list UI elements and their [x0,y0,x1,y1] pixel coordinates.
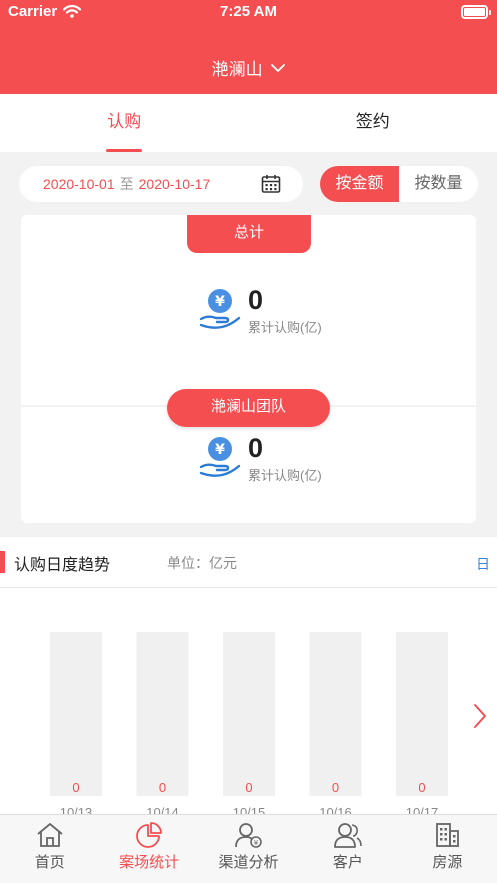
team-value: 0 [248,433,264,463]
team-label: 累计认购(亿) [248,468,322,483]
nav-listings[interactable]: 房源 [398,815,497,883]
calendar-icon[interactable] [261,174,281,194]
trend-section: 认购日度趋势 单位：亿元 日 0 10/13 0 10/14 0 10/15 0 10/16 0… [0,537,497,814]
nav-channel-analysis-label: 渠道分析 [218,854,279,871]
team-stat: ¥ 0 累计认购(亿) [198,433,322,484]
project-selector[interactable]: 滟澜山 [0,55,497,80]
project-name: 滟澜山 [211,60,263,79]
nav-site-stats-label: 案场统计 [119,854,180,871]
team-tag: 滟澜山团队 [167,389,330,427]
nav-listings-label: 房源 [432,854,463,871]
bar-track [50,632,102,796]
coin-hand-icon: ¥ [199,289,241,329]
status-time: 7:25 AM [220,3,277,20]
coin-hand-icon: ¥ [199,437,241,477]
x-tick-label: 10/17 [406,805,439,814]
bar-value-label: 0 [332,780,339,795]
bar-value-label: 0 [418,780,425,795]
date-separator: 至 [119,176,134,192]
total-stat: ¥ 0 累计认购(亿) [198,285,322,336]
home-icon [37,823,63,847]
chevron-right-icon[interactable] [473,703,487,729]
nav-home[interactable]: 首页 [0,815,99,883]
battery-icon [461,5,491,19]
x-tick-label: 10/14 [146,805,179,814]
total-value: 0 [248,285,264,315]
building-icon [436,823,460,847]
x-tick-label: 10/16 [319,805,352,814]
bar-track [136,632,189,796]
customers-icon [334,823,362,848]
mode-toggle: 按金额 按数量 [320,166,478,202]
tab-bar-top: 认购 签约 [0,94,497,152]
bar-track [396,632,448,796]
total-tag: 总计 [187,215,311,253]
tab-contract[interactable]: 签约 [249,94,497,152]
nav-home-label: 首页 [34,854,65,871]
daily-trend-chart: 0 10/13 0 10/14 0 10/15 0 10/16 0 10/17 [50,632,448,814]
bar-track [309,632,362,796]
by-amount-button[interactable]: 按金额 [320,166,399,202]
x-tick-label: 10/15 [233,805,266,814]
by-quantity-button[interactable]: 按数量 [399,166,478,202]
tab-subscription[interactable]: 认购 [0,94,249,152]
bottom-tab-bar: 首页 案场统计 ¥ 渠道分析 客户 房源 [0,814,497,883]
start-date: 2020-10-01 [43,176,115,192]
nav-site-stats[interactable]: 案场统计 [99,815,198,883]
end-date: 2020-10-17 [138,176,211,192]
bar-value-label: 0 [159,780,166,795]
app-header: Carrier 7:25 AM 滟澜山 [0,0,497,94]
svg-text:¥: ¥ [253,839,258,847]
pie-chart-icon [136,822,163,848]
nav-customers-label: 客户 [332,854,363,871]
svg-text:¥: ¥ [215,294,225,310]
bar-track [223,632,275,796]
nav-customers[interactable]: 客户 [298,815,397,883]
total-label: 累计认购(亿) [248,320,322,335]
bar-value-label: 0 [245,780,252,795]
chevron-down-icon [271,64,286,72]
summary-card: 总计 ¥ 0 累计认购(亿) 滟澜山团队 ¥ 0 累计认购(亿) [21,215,476,523]
bar-value-label: 0 [72,780,79,795]
nav-channel-analysis[interactable]: ¥ 渠道分析 [199,815,298,883]
status-bar: Carrier 7:25 AM [0,0,497,26]
svg-text:¥: ¥ [215,442,225,458]
date-range-picker[interactable]: 2020-10-01 至 2020-10-17 [19,166,303,202]
x-tick-label: 10/13 [60,805,93,814]
channel-users-icon: ¥ [234,823,262,848]
